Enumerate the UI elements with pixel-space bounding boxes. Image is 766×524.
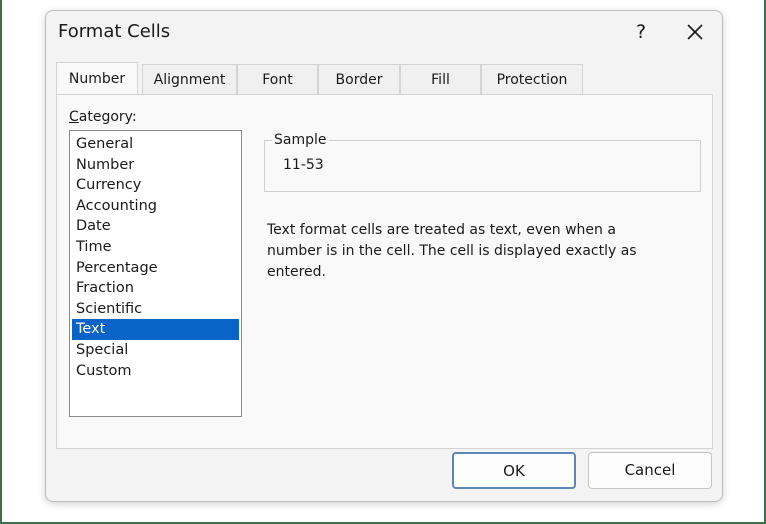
category-label-accelerator: C	[69, 109, 79, 125]
ok-button[interactable]: OK	[452, 452, 576, 489]
sample-label: Sample	[272, 132, 329, 148]
category-item-custom[interactable]: Custom	[72, 361, 239, 382]
tab-protection[interactable]: Protection	[481, 64, 583, 94]
title-bar[interactable]: Format Cells ?	[46, 11, 722, 55]
category-listbox[interactable]: General Number Currency Accounting Date …	[69, 130, 242, 417]
tab-number[interactable]: Number	[56, 62, 138, 94]
number-tab-panel: Category: General Number Currency Accoun…	[56, 94, 713, 449]
category-label-text: ategory:	[78, 109, 137, 125]
tab-alignment[interactable]: Alignment	[142, 64, 237, 94]
category-item-text[interactable]: Text	[72, 319, 239, 341]
category-item-time[interactable]: Time	[72, 237, 239, 258]
close-button[interactable]	[678, 17, 712, 47]
close-icon	[687, 24, 703, 40]
window-edge-left	[0, 0, 2, 524]
tab-border[interactable]: Border	[318, 64, 400, 94]
tab-fill[interactable]: Fill	[400, 64, 481, 94]
category-item-date[interactable]: Date	[72, 216, 239, 237]
category-item-special[interactable]: Special	[72, 340, 239, 361]
category-item-general[interactable]: General	[72, 134, 239, 155]
format-cells-dialog: Format Cells ? Number Alignment Font Bor…	[45, 10, 723, 502]
help-button[interactable]: ?	[626, 17, 656, 47]
category-item-scientific[interactable]: Scientific	[72, 299, 239, 320]
category-item-currency[interactable]: Currency	[72, 175, 239, 196]
tab-font[interactable]: Font	[237, 64, 318, 94]
sample-group: 11-53	[264, 140, 701, 192]
cancel-button[interactable]: Cancel	[588, 452, 712, 489]
category-item-fraction[interactable]: Fraction	[72, 278, 239, 299]
category-item-percentage[interactable]: Percentage	[72, 258, 239, 279]
category-item-number[interactable]: Number	[72, 155, 239, 176]
format-description: Text format cells are treated as text, e…	[267, 222, 637, 280]
sample-value: 11-53	[283, 157, 324, 173]
category-item-accounting[interactable]: Accounting	[72, 196, 239, 217]
category-label: Category:	[69, 109, 137, 125]
dialog-title: Format Cells	[58, 21, 171, 42]
